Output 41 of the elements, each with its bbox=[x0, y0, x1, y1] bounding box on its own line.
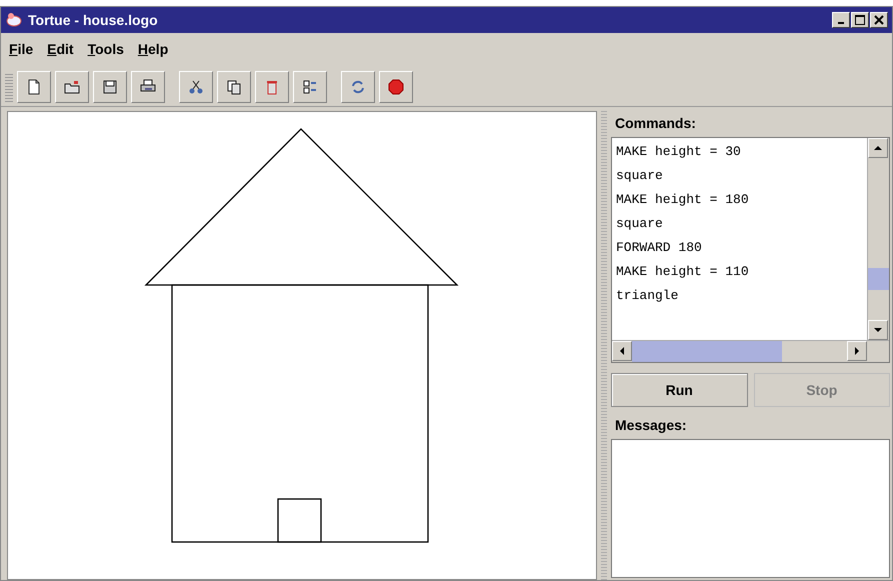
scrollbar-thumb[interactable] bbox=[868, 268, 889, 290]
scrollbar-thumb[interactable] bbox=[632, 341, 782, 362]
window-title: Tortue - house.logo bbox=[28, 12, 159, 28]
toolbar-button[interactable] bbox=[17, 70, 51, 102]
minimize-button[interactable] bbox=[832, 12, 850, 28]
action-button[interactable]: Run bbox=[611, 373, 748, 407]
down-arrow-icon bbox=[874, 328, 882, 332]
code-line: triangle bbox=[616, 287, 680, 305]
toolbar-button[interactable] bbox=[293, 70, 327, 102]
turtle-icon bbox=[5, 11, 23, 29]
commands-editor[interactable]: MAKE height = 30 square MAKE height = 180 square FORWARD 180 MAKE height = 110 triangle bbox=[611, 137, 890, 363]
toolbar-button[interactable] bbox=[379, 70, 413, 102]
horizontal-scrollbar[interactable] bbox=[612, 340, 889, 362]
minimize-icon bbox=[838, 22, 844, 24]
code-line: MAKE height = 110 bbox=[616, 263, 750, 281]
stop-sign-icon bbox=[387, 78, 405, 96]
toolbar-button[interactable] bbox=[131, 70, 165, 102]
code-line: square bbox=[616, 167, 664, 185]
toolbar-button[interactable] bbox=[93, 70, 127, 102]
menu-item[interactable]: File bbox=[9, 41, 34, 57]
close-icon bbox=[874, 15, 884, 25]
toolbar-button[interactable] bbox=[55, 70, 89, 102]
messages-label: Messages: bbox=[614, 416, 688, 435]
code-line: square bbox=[616, 215, 664, 233]
copy-icon bbox=[225, 78, 243, 96]
maximize-icon bbox=[855, 15, 865, 25]
code-line: MAKE height = 30 bbox=[616, 143, 742, 161]
menu-item[interactable]: Tools bbox=[88, 41, 124, 57]
maximize-button[interactable] bbox=[851, 12, 869, 28]
checklist-icon bbox=[301, 78, 319, 96]
commands-label: Commands: bbox=[614, 114, 697, 133]
code-line: MAKE height = 180 bbox=[616, 191, 750, 209]
menu-item[interactable]: Help bbox=[138, 41, 168, 57]
code-line: FORWARD 180 bbox=[616, 239, 703, 257]
close-button[interactable] bbox=[870, 12, 888, 28]
right-arrow-icon bbox=[855, 347, 859, 355]
menu-item[interactable]: Edit bbox=[47, 41, 74, 57]
toolbar-button[interactable] bbox=[217, 70, 251, 102]
left-arrow-icon bbox=[620, 347, 624, 355]
vertical-scrollbar[interactable] bbox=[867, 138, 889, 340]
up-arrow-icon bbox=[874, 146, 882, 150]
